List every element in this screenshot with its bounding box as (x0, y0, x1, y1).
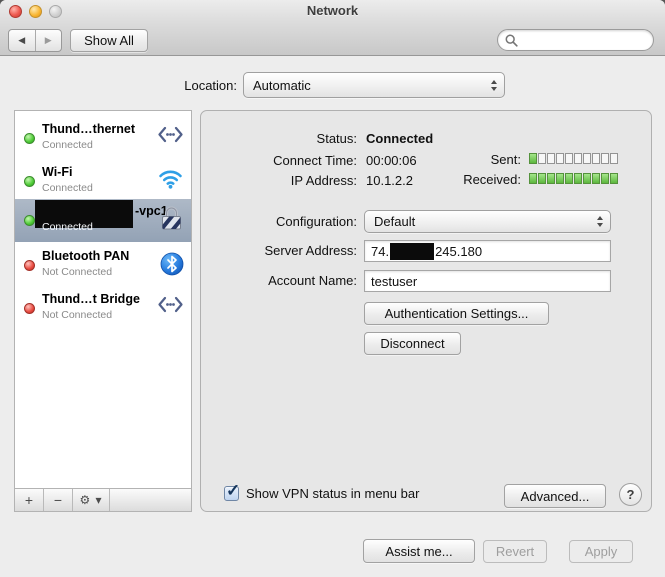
traffic-bar-segment (574, 153, 582, 164)
authentication-settings-button[interactable]: Authentication Settings... (364, 302, 549, 325)
server-address-field[interactable]: 74. 245.180 (364, 240, 611, 262)
sidebar-item-vpn-selected[interactable]: -vpc1 Connected (15, 199, 191, 242)
traffic-bar-segment (592, 173, 600, 184)
lock-icon (159, 204, 184, 231)
status-dot-green (24, 176, 35, 187)
network-preferences-window: Network ◀ ▶ Show All Location: Automatic… (0, 0, 665, 577)
location-label: Location: (37, 78, 237, 93)
sidebar-item-thunderbolt-ethernet[interactable]: Thund…thernet Connected (15, 117, 191, 160)
search-icon (505, 34, 518, 47)
sidebar-item-wifi[interactable]: Wi-Fi Connected (15, 160, 191, 203)
checkmark-icon: ✓ (226, 481, 240, 501)
redaction-box (390, 243, 434, 260)
configuration-popup[interactable]: Default (364, 210, 611, 233)
traffic-bar-segment (610, 173, 618, 184)
search-input[interactable] (497, 29, 654, 51)
detail-panel: Status: Connected Connect Time: 00:00:06… (200, 110, 652, 512)
add-interface-button[interactable]: + (15, 489, 44, 511)
window-title: Network (0, 3, 665, 18)
ethernet-icon (157, 125, 184, 144)
remove-interface-button[interactable]: − (44, 489, 73, 511)
nav-back-forward: ◀ ▶ (8, 29, 62, 52)
status-dot-green (24, 215, 35, 226)
traffic-bar-segment (556, 153, 564, 164)
traffic-bar-segment (529, 153, 537, 164)
interface-status: Connected (42, 139, 93, 151)
advanced-button[interactable]: Advanced... (504, 484, 606, 508)
help-button[interactable]: ? (619, 483, 642, 506)
window-chrome: Network ◀ ▶ Show All (0, 0, 665, 56)
traffic-bar-segment (565, 153, 573, 164)
traffic-bar-segment (583, 173, 591, 184)
traffic-bar-segment (547, 153, 555, 164)
traffic-bar-segment (547, 173, 555, 184)
show-vpn-status-label: Show VPN status in menu bar (246, 486, 419, 501)
interface-status: Connected (42, 221, 93, 233)
popup-arrows-icon (490, 73, 498, 97)
interface-status: Connected (42, 182, 93, 194)
show-vpn-status-checkbox[interactable]: ✓ (224, 486, 239, 501)
interface-name: Thund…t Bridge (42, 292, 140, 306)
configuration-label: Configuration: (201, 214, 357, 229)
configuration-value: Default (374, 214, 415, 229)
revert-button: Revert (483, 540, 547, 563)
forward-button[interactable]: ▶ (36, 30, 62, 51)
assist-me-button[interactable]: Assist me... (363, 539, 475, 563)
account-name-field[interactable]: testuser (364, 270, 611, 292)
sidebar-item-bluetooth-pan[interactable]: Bluetooth PAN Not Connected (15, 244, 191, 287)
received-traffic-bar (529, 173, 619, 184)
vpn-status-checkbox-row: ✓ Show VPN status in menu bar (224, 483, 419, 503)
ethernet-icon (157, 295, 184, 314)
popup-arrows-icon (596, 211, 604, 232)
traffic-bar-segment (583, 153, 591, 164)
traffic-bar-segment (601, 173, 609, 184)
traffic-bar-segment (556, 173, 564, 184)
account-name-value: testuser (371, 274, 417, 289)
received-label: Received: (389, 172, 521, 187)
sent-traffic-bar (529, 153, 619, 164)
location-value: Automatic (253, 78, 311, 93)
status-dot-red (24, 260, 35, 271)
traffic-bar-segment (529, 173, 537, 184)
traffic-bar-segment (565, 173, 573, 184)
gear-menu-button[interactable]: ⚙ ▾ (73, 489, 110, 511)
sidebar-item-thunderbolt-bridge[interactable]: Thund…t Bridge Not Connected (15, 287, 191, 330)
interface-list: Thund…thernet Connected Wi-Fi Connected (14, 110, 192, 512)
disconnect-button[interactable]: Disconnect (364, 332, 461, 355)
back-button[interactable]: ◀ (9, 30, 36, 51)
server-address-label: Server Address: (201, 243, 357, 258)
status-dot-green (24, 133, 35, 144)
show-all-button[interactable]: Show All (70, 29, 148, 52)
sent-label: Sent: (389, 152, 521, 167)
traffic-bar-segment (574, 173, 582, 184)
server-address-prefix: 74. (371, 244, 389, 259)
traffic-bar-segment (538, 153, 546, 164)
account-name-label: Account Name: (201, 273, 357, 288)
status-dot-red (24, 303, 35, 314)
bluetooth-icon (160, 252, 184, 276)
traffic-bar-segment (601, 153, 609, 164)
server-address-suffix: 245.180 (435, 244, 482, 259)
wifi-icon (157, 168, 184, 189)
interface-name: Thund…thernet (42, 122, 135, 136)
traffic-bar-segment (592, 153, 600, 164)
traffic-bar-segment (538, 173, 546, 184)
interface-list-footer: + − ⚙ ▾ (15, 488, 191, 511)
traffic-bar-segment (610, 153, 618, 164)
titlebar[interactable]: Network (0, 0, 665, 22)
location-popup[interactable]: Automatic (243, 72, 505, 98)
interface-name: Bluetooth PAN (42, 249, 129, 263)
apply-button: Apply (569, 540, 633, 563)
interface-status: Not Connected (42, 266, 112, 278)
interface-status: Not Connected (42, 309, 112, 321)
interface-name: Wi-Fi (42, 165, 72, 179)
